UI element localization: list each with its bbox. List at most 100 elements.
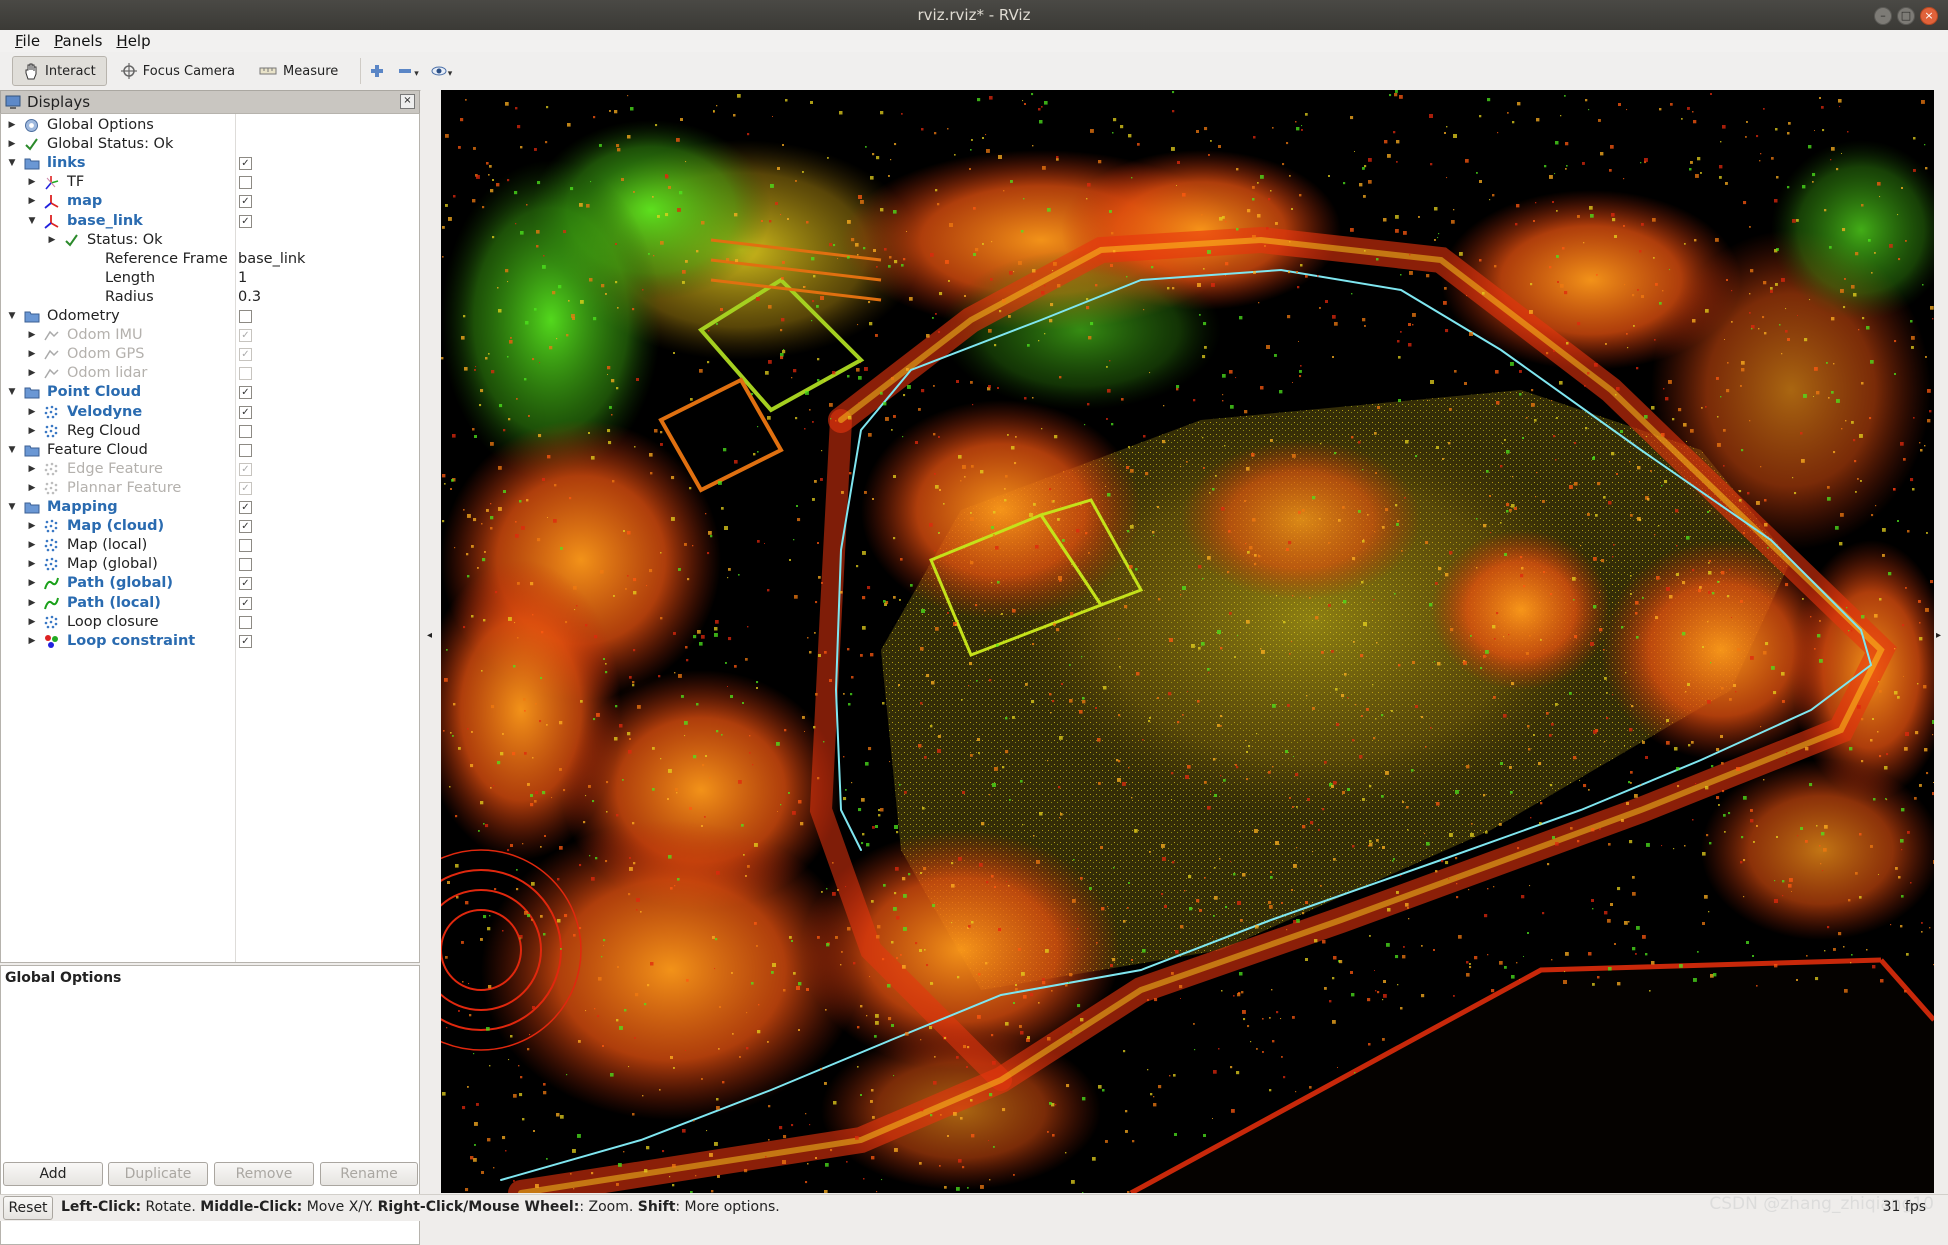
enable-checkbox[interactable]: ✓ bbox=[239, 157, 252, 171]
display-row-radius[interactable]: Radius 0.3 bbox=[1, 288, 419, 307]
display-row-path-global[interactable]: ▶ Path (global) ✓ bbox=[1, 574, 419, 593]
display-row-odometry[interactable]: ▼ Odometry bbox=[1, 307, 419, 326]
display-row-odom-lidar[interactable]: ▶ Odom lidar bbox=[1, 364, 419, 383]
enable-checkbox[interactable]: ✓ bbox=[239, 462, 252, 476]
property-value[interactable]: 0.3 bbox=[238, 288, 261, 307]
expand-right-icon[interactable]: ▶ bbox=[27, 173, 37, 192]
collapse-left-icon[interactable]: ◂ bbox=[427, 630, 432, 641]
expand-right-icon[interactable]: ▶ bbox=[7, 135, 17, 154]
window-title-bar[interactable]: rviz.rviz* - RViz – □ × bbox=[0, 0, 1948, 30]
enable-checkbox[interactable]: ✓ bbox=[239, 329, 252, 343]
enable-checkbox[interactable] bbox=[239, 176, 252, 190]
expand-right-icon[interactable]: ▶ bbox=[27, 192, 37, 211]
display-row-reference-frame[interactable]: Reference Frame base_link bbox=[1, 250, 419, 269]
remove-display-button[interactable]: Remove bbox=[214, 1162, 314, 1186]
enable-checkbox[interactable] bbox=[239, 443, 252, 457]
display-row-loop-closure[interactable]: ▶ Loop closure bbox=[1, 613, 419, 632]
display-row-status-ok[interactable]: ▶ Status: Ok bbox=[1, 231, 419, 250]
expand-right-icon[interactable]: ▶ bbox=[27, 555, 37, 574]
right-panel-splitter[interactable]: ▸ bbox=[1934, 90, 1948, 1193]
focus-camera-tool-button[interactable]: Focus Camera bbox=[111, 57, 245, 85]
menu-help[interactable]: Help bbox=[109, 30, 157, 52]
display-row-odom-imu[interactable]: ▶ Odom IMU ✓ bbox=[1, 326, 419, 345]
duplicate-display-button[interactable]: Duplicate bbox=[108, 1162, 208, 1186]
enable-checkbox[interactable] bbox=[239, 615, 252, 629]
add-display-button[interactable]: Add bbox=[3, 1162, 103, 1186]
display-row-edge-feature[interactable]: ▶ Edge Feature ✓ bbox=[1, 460, 419, 479]
remove-tool-button[interactable]: ▾ bbox=[397, 63, 419, 79]
enable-checkbox[interactable]: ✓ bbox=[239, 520, 252, 534]
reset-view-button[interactable]: Reset bbox=[3, 1196, 53, 1220]
rename-display-button[interactable]: Rename bbox=[320, 1162, 418, 1186]
panel-splitter[interactable]: ◂ bbox=[421, 90, 441, 1193]
expand-down-icon[interactable]: ▼ bbox=[7, 154, 17, 173]
enable-checkbox[interactable]: ✓ bbox=[239, 386, 252, 400]
display-row-feature-cloud[interactable]: ▼ Feature Cloud bbox=[1, 441, 419, 460]
display-row-links[interactable]: ▼ links ✓ bbox=[1, 154, 419, 173]
display-row-mapping[interactable]: ▼ Mapping ✓ bbox=[1, 498, 419, 517]
enable-checkbox[interactable]: ✓ bbox=[239, 577, 252, 591]
expand-down-icon[interactable]: ▼ bbox=[7, 498, 17, 517]
display-row-point-cloud[interactable]: ▼ Point Cloud ✓ bbox=[1, 383, 419, 402]
display-row-map-local[interactable]: ▶ Map (local) bbox=[1, 536, 419, 555]
enable-checkbox[interactable]: ✓ bbox=[239, 596, 252, 610]
display-row-odom-gps[interactable]: ▶ Odom GPS ✓ bbox=[1, 345, 419, 364]
close-icon[interactable]: × bbox=[1920, 7, 1938, 25]
add-tool-button[interactable] bbox=[369, 63, 385, 79]
expand-right-icon[interactable]: ▶ bbox=[27, 345, 37, 364]
expand-down-icon[interactable]: ▼ bbox=[7, 441, 17, 460]
expand-right-icon[interactable]: ▶ bbox=[27, 613, 37, 632]
display-row-global-status-ok[interactable]: ▶ Global Status: Ok bbox=[1, 135, 419, 154]
minimize-icon[interactable]: – bbox=[1874, 7, 1892, 25]
display-row-map-cloud[interactable]: ▶ Map (cloud) ✓ bbox=[1, 517, 419, 536]
display-row-tf[interactable]: ▶ TF bbox=[1, 173, 419, 192]
enable-checkbox[interactable]: ✓ bbox=[239, 405, 252, 419]
display-row-global-options[interactable]: ▶ Global Options bbox=[1, 116, 419, 135]
display-row-velodyne[interactable]: ▶ Velodyne ✓ bbox=[1, 403, 419, 422]
expand-right-icon[interactable]: ▶ bbox=[27, 326, 37, 345]
expand-right-icon[interactable]: ▶ bbox=[47, 231, 57, 250]
enable-checkbox[interactable] bbox=[239, 539, 252, 553]
enable-checkbox[interactable]: ✓ bbox=[239, 501, 252, 514]
point-cloud-map[interactable] bbox=[441, 90, 1934, 1193]
display-row-path-local[interactable]: ▶ Path (local) ✓ bbox=[1, 594, 419, 613]
enable-checkbox[interactable]: ✓ bbox=[239, 634, 252, 648]
enable-checkbox[interactable] bbox=[239, 310, 252, 323]
displays-panel-header[interactable]: Displays × bbox=[0, 90, 420, 114]
expand-right-icon[interactable]: ▶ bbox=[27, 422, 37, 441]
property-value[interactable]: 1 bbox=[238, 269, 247, 288]
expand-right-icon[interactable]: ▶ bbox=[27, 594, 37, 613]
measure-tool-button[interactable]: Measure bbox=[249, 57, 348, 85]
maximize-icon[interactable]: □ bbox=[1897, 7, 1915, 25]
expand-down-icon[interactable]: ▼ bbox=[27, 212, 37, 231]
expand-right-icon[interactable]: ▶ bbox=[27, 403, 37, 422]
view-tool-button[interactable]: ▾ bbox=[431, 63, 452, 79]
enable-checkbox[interactable] bbox=[239, 367, 252, 381]
property-value[interactable]: base_link bbox=[238, 250, 305, 269]
display-row-map[interactable]: ▶ map ✓ bbox=[1, 192, 419, 211]
close-panel-icon[interactable]: × bbox=[400, 94, 415, 109]
display-row-base-link[interactable]: ▼ base_link ✓ bbox=[1, 212, 419, 231]
expand-right-icon[interactable]: ▶ bbox=[27, 536, 37, 555]
expand-right-icon[interactable]: ▶ bbox=[7, 116, 17, 135]
enable-checkbox[interactable]: ✓ bbox=[239, 348, 252, 362]
display-row-reg-cloud[interactable]: ▶ Reg Cloud bbox=[1, 422, 419, 441]
menu-file[interactable]: File bbox=[8, 30, 47, 52]
expand-right-icon[interactable]: ▶ bbox=[27, 479, 37, 498]
enable-checkbox[interactable]: ✓ bbox=[239, 214, 252, 228]
expand-right-icon[interactable]: ▶ bbox=[27, 632, 37, 651]
enable-checkbox[interactable]: ✓ bbox=[239, 195, 252, 209]
expand-down-icon[interactable]: ▼ bbox=[7, 383, 17, 402]
expand-right-icon[interactable]: ▶ bbox=[27, 517, 37, 536]
displays-tree[interactable]: ▶ Global Options ▶ Global Status: Ok ▼ links ✓… bbox=[0, 113, 420, 963]
expand-right-icon[interactable]: ▶ bbox=[27, 574, 37, 593]
display-row-loop-constraint[interactable]: ▶ Loop constraint ✓ bbox=[1, 632, 419, 651]
render-view-3d[interactable] bbox=[441, 90, 1934, 1193]
enable-checkbox[interactable] bbox=[239, 424, 252, 438]
enable-checkbox[interactable] bbox=[239, 558, 252, 572]
collapse-right-icon[interactable]: ▸ bbox=[1936, 630, 1941, 641]
display-row-map-global[interactable]: ▶ Map (global) bbox=[1, 555, 419, 574]
expand-down-icon[interactable]: ▼ bbox=[7, 307, 17, 326]
display-row-plannar-feature[interactable]: ▶ Plannar Feature ✓ bbox=[1, 479, 419, 498]
menu-panels[interactable]: Panels bbox=[47, 30, 109, 52]
